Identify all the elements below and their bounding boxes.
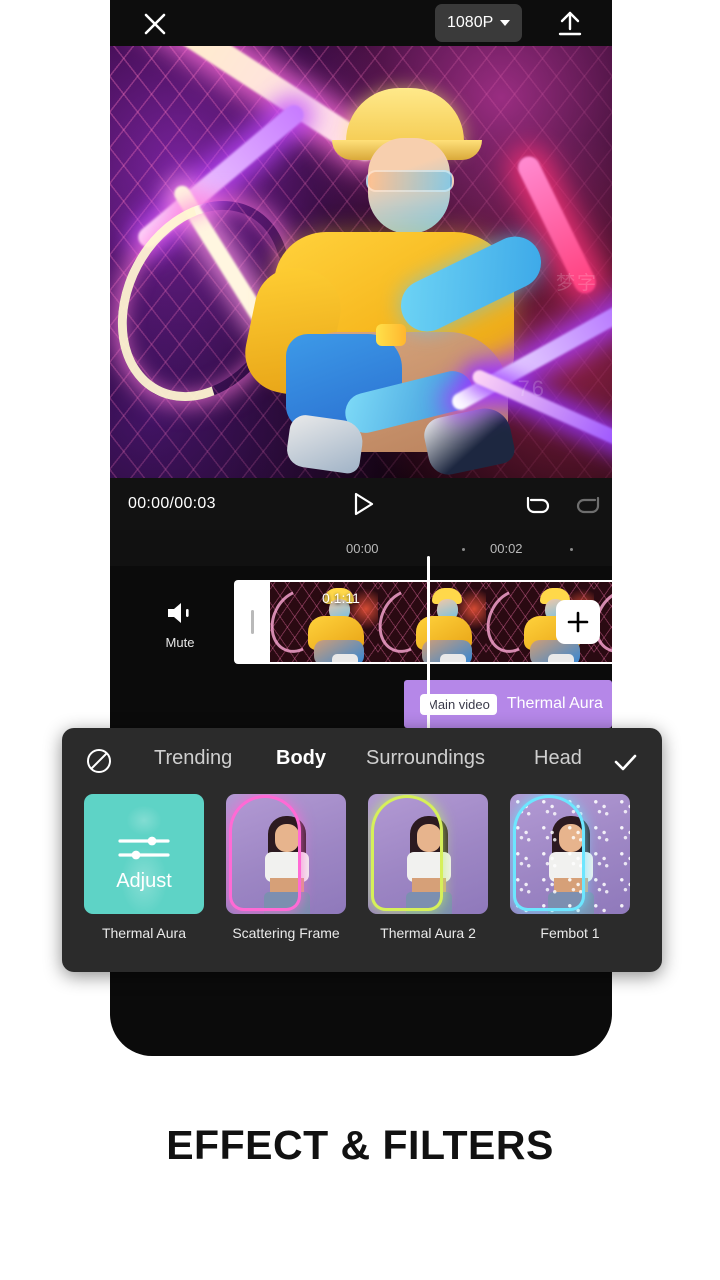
mute-label: Mute xyxy=(165,635,195,650)
confirm-check-icon[interactable] xyxy=(610,748,640,778)
effect-item-scattering-frame[interactable]: Scattering Frame xyxy=(226,794,346,972)
adjust-label: Adjust xyxy=(116,870,172,892)
clip-duration-badge: 0.1:11 xyxy=(322,590,360,606)
effect-glow-outline xyxy=(374,798,440,908)
effect-glow-outline xyxy=(516,798,582,908)
effect-label: Thermal Aura 2 xyxy=(380,925,476,941)
tab-surroundings[interactable]: Surroundings xyxy=(366,747,485,770)
speaker-mute-icon xyxy=(168,603,189,623)
page-caption: EFFECT & FILTERS xyxy=(166,1122,554,1168)
effect-label: Scattering Frame xyxy=(232,925,340,941)
playback-bar: 00:00/00:03 xyxy=(110,478,612,530)
effect-track-name: Thermal Aura xyxy=(506,695,603,712)
effect-track-tag: Main video xyxy=(420,693,497,715)
effect-track-item[interactable]: Main video Thermal Aura xyxy=(404,680,612,728)
effect-item-thermal-aura-2[interactable]: Thermal Aura 2 xyxy=(368,794,488,972)
effects-panel: Trending Body Surroundings Head Adjust T… xyxy=(62,728,662,972)
effects-tab-bar: Trending Body Surroundings Head xyxy=(62,728,662,794)
effect-item-thermal-aura[interactable]: Adjust Thermal Aura xyxy=(84,794,204,972)
playhead[interactable] xyxy=(427,556,430,756)
timecode-label: 00:00/00:03 xyxy=(128,495,216,512)
close-icon[interactable] xyxy=(138,7,172,41)
screenshot-root: 1080P 梦字 76 00:00/00:03 00:00 00:02 Mute… xyxy=(0,0,720,1280)
effect-thumbnail[interactable] xyxy=(226,794,346,914)
effect-glow-outline xyxy=(232,798,298,908)
video-clip-track[interactable]: 0.1:11 xyxy=(234,580,612,664)
effect-thumbnail[interactable] xyxy=(510,794,630,914)
chevron-down-icon xyxy=(500,20,511,26)
play-icon[interactable] xyxy=(346,488,378,520)
resolution-label: 1080P xyxy=(447,14,494,31)
effects-list[interactable]: Adjust Thermal Aura Scattering Frame The… xyxy=(62,794,662,972)
no-effect-icon[interactable] xyxy=(84,746,114,776)
add-clip-button[interactable] xyxy=(556,600,600,644)
clip-trim-handle-left[interactable] xyxy=(234,580,270,664)
ruler-dot xyxy=(570,548,573,551)
tab-head[interactable]: Head xyxy=(534,747,582,770)
effect-label: Fembot 1 xyxy=(540,925,600,941)
ruler-dot xyxy=(462,548,465,551)
ruler-tick: 00:00 xyxy=(346,541,379,556)
top-bar: 1080P xyxy=(110,0,612,46)
timeline-ruler[interactable]: 00:00 00:02 xyxy=(110,530,612,566)
undo-icon[interactable] xyxy=(522,490,550,518)
effect-thumbnail[interactable]: Adjust xyxy=(84,794,204,914)
redo-icon[interactable] xyxy=(576,490,604,518)
tab-trending[interactable]: Trending xyxy=(154,747,232,770)
effect-thumbnail[interactable] xyxy=(368,794,488,914)
export-icon[interactable] xyxy=(553,6,587,40)
mute-button[interactable]: Mute xyxy=(146,600,214,650)
clip-thumbnail[interactable]: 0.1:11 xyxy=(270,582,378,662)
effect-item-fembot-1[interactable]: Fembot 1 xyxy=(510,794,630,972)
resolution-button[interactable]: 1080P xyxy=(435,4,523,42)
ruler-tick: 00:02 xyxy=(490,541,523,556)
watermark: 76 xyxy=(517,376,546,401)
preview-subject xyxy=(228,82,550,478)
effect-label: Thermal Aura xyxy=(101,925,187,941)
video-preview[interactable]: 梦字 76 xyxy=(110,46,612,478)
clip-thumbnail[interactable] xyxy=(378,582,486,662)
tab-body[interactable]: Body xyxy=(276,747,326,770)
plus-icon xyxy=(567,611,589,633)
watermark: 梦字 xyxy=(555,273,598,294)
sliders-icon xyxy=(114,832,174,864)
